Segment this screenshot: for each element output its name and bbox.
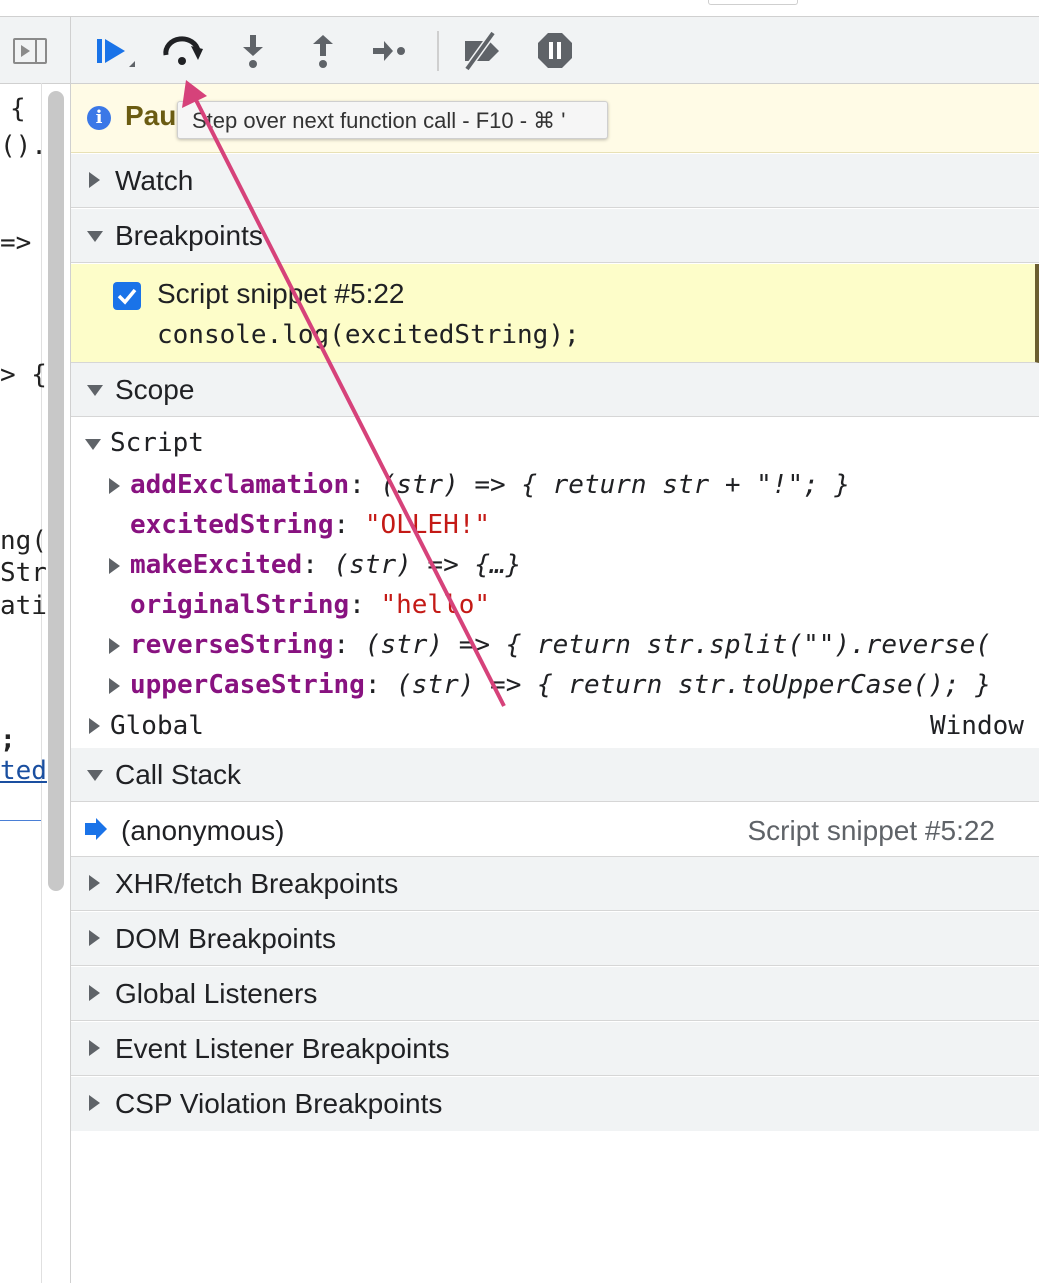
step-button[interactable] — [369, 29, 413, 73]
scope-var-row[interactable]: upperCaseString: (str) => { return str.t… — [130, 670, 1039, 700]
scope-var-row[interactable]: addExclamation: (str) => { return str + … — [130, 470, 850, 500]
step-over-icon — [163, 36, 203, 65]
expand-triangle-icon[interactable] — [109, 638, 120, 654]
collapse-triangle-icon — [87, 231, 103, 242]
scope-var-key: reverseString — [130, 630, 334, 660]
section-title: XHR/fetch Breakpoints — [115, 868, 399, 899]
step-into-icon — [243, 35, 263, 68]
breakpoint-location: Script snippet #5:22 — [157, 278, 405, 309]
top-strip — [0, 0, 1039, 17]
expand-triangle-icon — [89, 985, 100, 1001]
deactivate-breakpoints-button[interactable] — [459, 29, 503, 73]
scope-var-value: "OLLEH!" — [364, 510, 491, 540]
collapse-triangle-icon — [85, 439, 101, 450]
xhr-breakpoints-section-header[interactable]: XHR/fetch Breakpoints — [71, 857, 1039, 911]
expand-triangle-icon[interactable] — [89, 718, 100, 734]
scope-global-value: Window — [930, 711, 1024, 741]
breakpoints-section-header[interactable]: Breakpoints — [71, 209, 1039, 263]
step-out-button[interactable] — [301, 29, 345, 73]
scope-section-header[interactable]: Scope — [71, 363, 1039, 417]
top-tab-stub — [708, 0, 798, 5]
scope-var-key: originalString — [130, 590, 350, 620]
scope-var-value: "hello" — [380, 590, 491, 620]
collapse-triangle-icon — [87, 385, 103, 396]
breakpoint-entry[interactable]: Script snippet #5:22 console.log(excited… — [71, 264, 1039, 363]
scope-var-key: addExclamation — [130, 470, 350, 500]
step-over-tooltip: Step over next function call - F10 - ⌘ ' — [177, 101, 608, 139]
expand-triangle-icon[interactable] — [109, 478, 120, 494]
step-into-button[interactable] — [231, 29, 275, 73]
code-fragment: ati — [0, 591, 47, 621]
editor-gutter-line — [41, 83, 42, 1283]
paused-text: Pau — [125, 100, 177, 131]
section-title: Call Stack — [115, 759, 242, 790]
code-fragment-link[interactable]: ted — [0, 756, 47, 786]
watch-section-header[interactable]: Watch — [71, 154, 1039, 208]
scope-var-key: excitedString — [130, 510, 334, 540]
section-title: Watch — [115, 165, 194, 196]
code-fragment: ; — [0, 725, 16, 755]
pause-on-exceptions-button[interactable] — [533, 29, 577, 73]
section-title: Event Listener Breakpoints — [115, 1033, 450, 1064]
code-fragment: (). — [0, 131, 47, 161]
call-frame-location[interactable]: Script snippet #5:22 — [748, 815, 996, 847]
csp-violation-breakpoints-section-header[interactable]: CSP Violation Breakpoints — [71, 1077, 1039, 1131]
current-frame-arrow-icon — [85, 818, 107, 840]
step-out-icon — [313, 35, 333, 68]
code-fragment: { — [10, 94, 26, 124]
toolbar-separator — [437, 31, 439, 71]
scope-var-row[interactable]: makeExcited: (str) => {…} — [130, 550, 521, 580]
section-title: Breakpoints — [115, 220, 263, 251]
breakpoint-checkbox[interactable] — [113, 282, 141, 310]
code-fragment: ng( — [0, 526, 47, 556]
scope-var-row[interactable]: originalString: "hello" — [130, 590, 490, 620]
debugger-toolbar — [71, 17, 1039, 84]
call-stack-section-header[interactable]: Call Stack — [71, 748, 1039, 802]
scope-var-value: (str) => { return str.split("").reverse( — [364, 630, 991, 660]
expand-triangle-icon — [89, 1095, 100, 1111]
resume-button[interactable] — [91, 29, 135, 73]
expand-triangle-icon — [89, 172, 100, 188]
section-title: CSP Violation Breakpoints — [115, 1088, 443, 1119]
editor-scrollbar[interactable] — [48, 91, 64, 891]
scope-script-label[interactable]: Script — [110, 428, 204, 458]
collapse-triangle-icon — [87, 770, 103, 781]
call-frame-row[interactable]: (anonymous) Script snippet #5:22 — [71, 803, 1039, 857]
expand-triangle-icon — [89, 930, 100, 946]
resume-icon — [97, 39, 135, 67]
global-listeners-section-header[interactable]: Global Listeners — [71, 967, 1039, 1021]
selection-underline — [0, 820, 41, 821]
source-editor-pane: { (). => > { ng( Str ati ; ted — [0, 17, 71, 1283]
section-title: Scope — [115, 374, 195, 405]
call-frame-name: (anonymous) — [121, 815, 285, 846]
section-title: Global Listeners — [115, 978, 318, 1009]
deactivate-breakpoints-icon — [464, 30, 499, 72]
step-over-button[interactable] — [161, 29, 205, 73]
event-listener-breakpoints-section-header[interactable]: Event Listener Breakpoints — [71, 1022, 1039, 1076]
scope-var-row[interactable]: excitedString: "OLLEH!" — [130, 510, 490, 540]
expand-triangle-icon — [89, 1040, 100, 1056]
code-fragment: > { — [0, 360, 47, 390]
navigator-toolbar — [0, 17, 70, 84]
expand-triangle-icon[interactable] — [109, 678, 120, 694]
step-icon — [373, 41, 405, 61]
expand-triangle-icon[interactable] — [109, 558, 120, 574]
toggle-navigator-icon[interactable] — [13, 38, 47, 64]
scope-var-value: (str) => {…} — [333, 550, 522, 580]
info-icon: i — [87, 106, 111, 130]
pause-icon — [538, 33, 572, 68]
code-fragment: Str — [0, 558, 47, 588]
section-title: DOM Breakpoints — [115, 923, 336, 954]
scope-var-key: makeExcited — [130, 550, 303, 580]
scope-var-value: (str) => { return str + "!"; } — [380, 470, 851, 500]
code-fragment: => — [0, 228, 32, 258]
breakpoint-code: console.log(excitedString); — [157, 320, 580, 350]
expand-triangle-icon — [89, 875, 100, 891]
scope-var-key: upperCaseString — [130, 670, 365, 700]
scope-var-value: (str) => { return str.toUpperCase(); } — [396, 670, 991, 700]
checkmark-icon — [117, 288, 137, 305]
dom-breakpoints-section-header[interactable]: DOM Breakpoints — [71, 912, 1039, 966]
scope-global-label[interactable]: Global — [110, 711, 204, 741]
scope-var-row[interactable]: reverseString: (str) => { return str.spl… — [130, 630, 1039, 660]
